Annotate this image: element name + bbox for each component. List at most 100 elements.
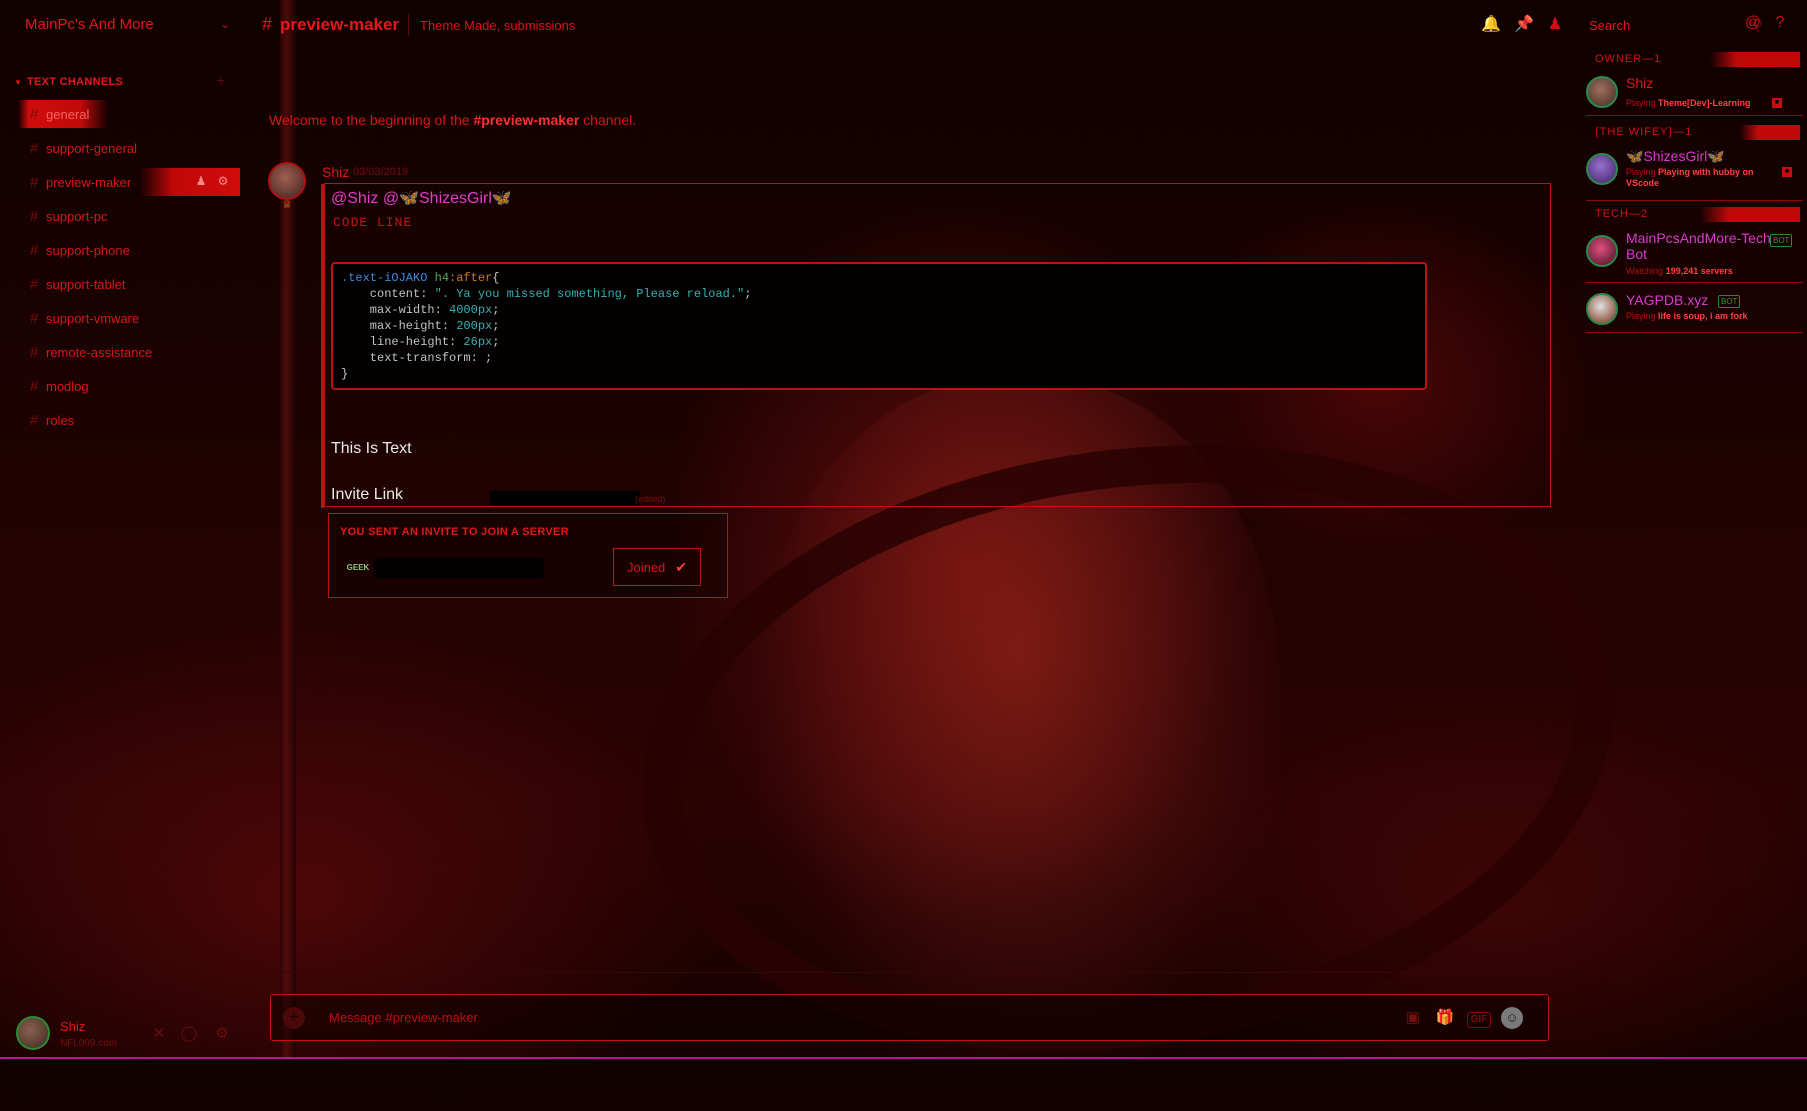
hash-icon: # <box>29 173 39 191</box>
sidebar-item-support-pc[interactable]: # support-pc <box>18 202 240 230</box>
message-input[interactable] <box>327 1009 1231 1026</box>
members-icon[interactable]: ♟ <box>1545 14 1565 34</box>
sidebar-item-preview-maker[interactable]: # preview-maker ♟ ⚙ <box>18 168 240 196</box>
gif-icon[interactable]: GIF <box>1467 1012 1491 1028</box>
collapse-arrow-icon: ▼ <box>14 78 22 87</box>
channel-header: # preview-maker Theme Made, submissions … <box>258 0 1784 50</box>
code-prop: text-transform: <box>341 351 486 365</box>
welcome-message: Welcome to the beginning of the #preview… <box>269 112 636 128</box>
attach-image-icon[interactable]: ▣ <box>1402 1007 1424 1029</box>
message-composer: + ▣ 🎁 GIF ☺ <box>270 994 1549 1041</box>
code-open: { <box>492 271 500 285</box>
sidebar-item-modlog[interactable]: # modlog <box>18 372 240 400</box>
emoji-icon[interactable]: ☺ <box>1501 1007 1523 1029</box>
upload-plus-icon[interactable]: + <box>283 1007 305 1029</box>
member-item[interactable]: YAGPDB.xyz BOT Playing life is soup, i a… <box>1578 287 1803 333</box>
sidebar-item-remote-assistance[interactable]: # remote-assistance <box>18 338 240 366</box>
member-activity: Playing Playing with hubby on VScode <box>1626 167 1754 188</box>
gear-icon[interactable]: ⚙ <box>216 174 230 188</box>
avatar <box>1586 76 1618 108</box>
welcome-suffix: channel. <box>579 112 637 128</box>
role-label: OWNER—1 <box>1595 53 1662 65</box>
code-selector: .text-iOJAKO <box>341 271 428 285</box>
hash-icon: # <box>29 411 39 429</box>
hash-icon: # <box>29 241 39 259</box>
member-name: Shiz <box>1626 75 1654 91</box>
hash-icon: # <box>29 377 39 395</box>
message-author[interactable]: Shiz <box>322 164 349 180</box>
sidebar-item-support-tablet[interactable]: # support-tablet <box>18 270 240 298</box>
mention-shizesgirl[interactable]: @🦋ShizesGirl🦋 <box>383 190 512 207</box>
invite-card: YOU SENT AN INVITE TO JOIN A SERVER GEEK… <box>328 513 728 598</box>
code-value: ; <box>485 351 493 365</box>
message-timestamp: 03/03/2019 <box>353 166 409 178</box>
hash-icon: # <box>29 207 39 225</box>
sidebar-item-roles[interactable]: # roles <box>18 406 240 434</box>
joined-button[interactable]: Joined ✔ <box>613 548 701 586</box>
bell-icon[interactable]: 🔔 <box>1481 14 1501 34</box>
avatar[interactable] <box>16 1016 50 1050</box>
joined-label: Joined <box>626 559 666 575</box>
member-activity: Playing life is soup, i am fork <box>1626 311 1748 321</box>
pin-icon[interactable]: 📌 <box>1514 14 1534 34</box>
avatar <box>1586 293 1618 325</box>
category-text-channels[interactable]: ▼ TEXT CHANNELS + <box>14 73 234 92</box>
inline-code: CODE LINE <box>333 215 413 230</box>
mention-shiz[interactable]: @Shiz <box>331 190 378 207</box>
channel-name: support-vmware <box>46 310 140 326</box>
redacted-link[interactable] <box>490 491 640 505</box>
channel-name: support-phone <box>46 242 130 258</box>
channel-name: preview-maker <box>46 174 132 190</box>
sidebar-item-general[interactable]: # general <box>18 100 108 128</box>
code-block: .text-iOJAKO h4:after{ content: ". Ya yo… <box>331 262 1427 390</box>
user-name: Shiz <box>60 1019 86 1034</box>
search-placeholder: Search <box>1589 18 1631 33</box>
role-bar <box>1710 52 1800 67</box>
member-name: 🦋ShizesGirl🦋 <box>1626 148 1725 164</box>
sidebar-item-support-vmware[interactable]: # support-vmware <box>18 304 240 332</box>
mute-mic-icon[interactable]: ✕ <box>150 1024 168 1042</box>
background-pole <box>280 0 296 1059</box>
chevron-down-icon[interactable]: ⌄ <box>220 17 234 31</box>
gift-icon[interactable]: 🎁 <box>1434 1007 1456 1029</box>
rich-presence-icon: ■ <box>1772 98 1782 108</box>
invite-label: Invite Link <box>331 486 404 503</box>
deafen-headphones-icon[interactable]: ◯ <box>180 1024 198 1042</box>
hash-icon: # <box>29 139 39 157</box>
hash-icon: # <box>29 343 39 361</box>
sidebar-item-support-phone[interactable]: # support-phone <box>18 236 240 264</box>
mention-icon[interactable]: @ <box>1743 14 1763 34</box>
channel-name: remote-assistance <box>46 344 153 360</box>
member-item[interactable]: Shiz Playing Theme[Dev]-Learning ■ <box>1578 70 1803 116</box>
redacted-guild-name <box>374 558 544 578</box>
code-value: ". Ya you missed something, Please reloa… <box>434 287 745 301</box>
sidebar-item-support-general[interactable]: # support-general <box>18 134 240 162</box>
welcome-channel[interactable]: #preview-maker <box>473 112 579 128</box>
channel-name: support-pc <box>46 208 108 224</box>
bot-tag: BOT <box>1770 234 1793 247</box>
role-bar <box>1740 125 1800 140</box>
gear-icon[interactable]: ⚙ <box>213 1024 231 1042</box>
channel-name: support-tablet <box>46 276 126 292</box>
code-prop: line-height: <box>341 335 464 349</box>
role-header-owner: OWNER—1 <box>1586 50 1800 68</box>
channel-name: modlog <box>46 378 89 394</box>
invite-user-icon[interactable]: ♟ <box>194 174 208 188</box>
channel-name: roles <box>46 412 75 428</box>
user-tag: NFL099.com <box>60 1038 118 1049</box>
code-value: 26px <box>463 335 493 349</box>
member-item[interactable]: 🦋ShizesGirl🦋 Playing Playing with hubby … <box>1578 143 1803 201</box>
hash-icon: # <box>262 14 273 34</box>
edited-label: (edited) <box>635 494 666 504</box>
help-icon[interactable]: ? <box>1770 14 1790 34</box>
server-header[interactable]: MainPc's And More ⌄ <box>0 0 250 50</box>
rich-presence-icon: ■ <box>1782 167 1792 177</box>
member-item[interactable]: MainPcsAndMore-Tech Bot BOT Watching 199… <box>1578 225 1803 283</box>
add-channel-icon[interactable]: + <box>216 73 225 91</box>
bot-tag: BOT <box>1718 295 1741 308</box>
member-activity: Watching 199,241 servers <box>1626 266 1733 276</box>
divider <box>268 972 1548 973</box>
hash-icon: # <box>29 275 39 293</box>
avatar[interactable] <box>268 162 306 200</box>
code-prop: content: <box>341 287 435 301</box>
